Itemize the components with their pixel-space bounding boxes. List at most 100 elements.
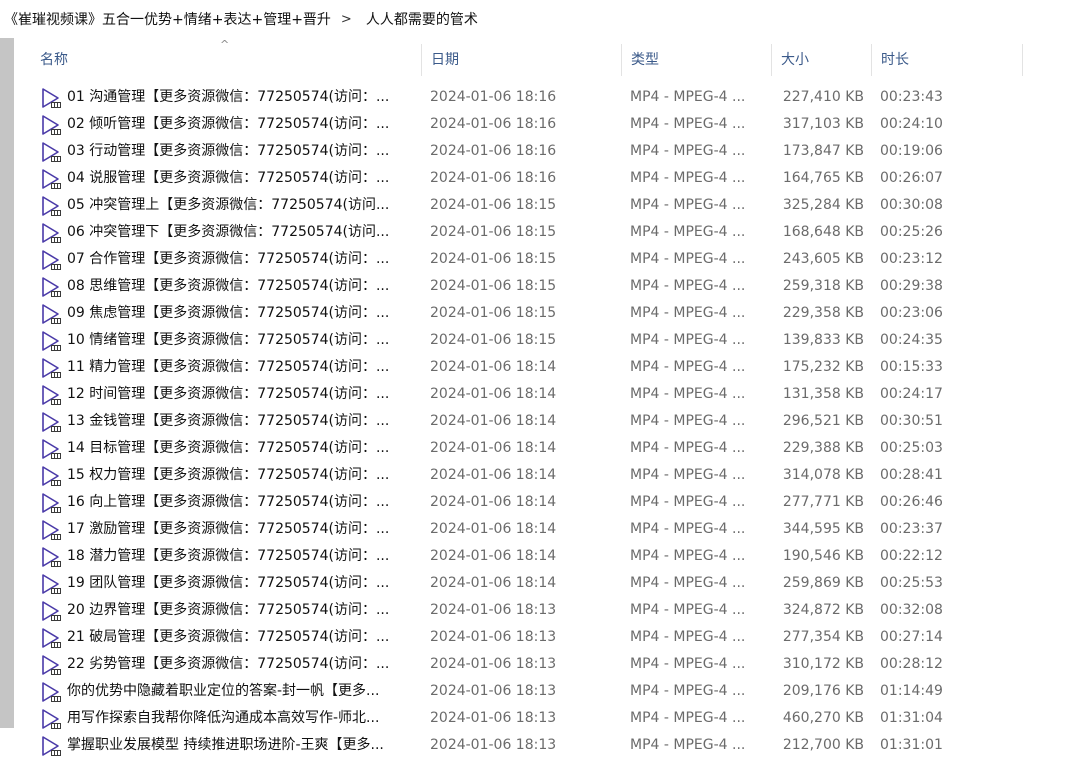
breadcrumb-item-parent[interactable]: 《崔璀视频课》五合一优势+情绪+表达+管理+晋升 (0, 9, 331, 29)
file-date: 2024-01-06 18:14 (430, 413, 557, 429)
breadcrumb-item-current[interactable]: 人人都需要的管术 (362, 9, 478, 29)
file-type: MP4 - MPEG-4 ... (630, 305, 746, 321)
vertical-scrollbar[interactable] (0, 38, 14, 728)
file-row[interactable]: 掌握职业发展模型 持续推进职场进阶-王爽【更多... 2024-01-06 18:… (40, 732, 1040, 759)
video-file-icon (40, 330, 62, 352)
file-row[interactable]: 用写作探索自我帮你降低沟通成本高效写作-师北... 2024-01-06 18:1… (40, 705, 1040, 732)
file-size: 277,354 KB (782, 629, 864, 645)
file-type: MP4 - MPEG-4 ... (630, 359, 746, 375)
file-duration: 00:24:17 (880, 386, 943, 402)
file-row[interactable]: 07 合作管理【更多资源微信：77250574(访问：... 2024-01-06… (40, 246, 1040, 273)
file-list: 01 沟通管理【更多资源微信：77250574(访问：... 2024-01-06… (40, 84, 1040, 759)
file-type: MP4 - MPEG-4 ... (630, 575, 746, 591)
file-row[interactable]: 08 思维管理【更多资源微信：77250574(访问：... 2024-01-06… (40, 273, 1040, 300)
file-duration: 00:19:06 (880, 143, 943, 159)
column-header-duration[interactable]: 时长 (871, 40, 1021, 80)
file-name: 05 冲突管理上【更多资源微信：77250574(访问... (67, 197, 390, 213)
file-row[interactable]: 02 倾听管理【更多资源微信：77250574(访问：... 2024-01-06… (40, 111, 1040, 138)
file-row[interactable]: 06 冲突管理下【更多资源微信：77250574(访问... 2024-01-06… (40, 219, 1040, 246)
file-duration: 00:23:43 (880, 89, 943, 105)
file-name: 12 时间管理【更多资源微信：77250574(访问：... (67, 386, 390, 402)
file-name: 14 目标管理【更多资源微信：77250574(访问：... (67, 440, 390, 456)
video-file-icon (40, 249, 62, 271)
file-name: 06 冲突管理下【更多资源微信：77250574(访问... (67, 224, 390, 240)
file-size: 243,605 KB (782, 251, 864, 267)
file-row[interactable]: 20 边界管理【更多资源微信：77250574(访问：... 2024-01-06… (40, 597, 1040, 624)
file-type: MP4 - MPEG-4 ... (630, 170, 746, 186)
file-type: MP4 - MPEG-4 ... (630, 467, 746, 483)
video-file-icon (40, 222, 62, 244)
file-row[interactable]: 你的优势中隐藏着职业定位的答案-封一帆【更多... 2024-01-06 18:1… (40, 678, 1040, 705)
file-duration: 00:30:51 (880, 413, 943, 429)
file-duration: 00:32:08 (880, 602, 943, 618)
file-duration: 00:15:33 (880, 359, 943, 375)
file-row[interactable]: 15 权力管理【更多资源微信：77250574(访问：... 2024-01-06… (40, 462, 1040, 489)
file-type: MP4 - MPEG-4 ... (630, 656, 746, 672)
file-duration: 00:26:07 (880, 170, 943, 186)
column-header-size[interactable]: 大小 (771, 40, 871, 80)
file-type: MP4 - MPEG-4 ... (630, 710, 746, 726)
file-name: 04 说服管理【更多资源微信：77250574(访问：... (67, 170, 390, 186)
file-type: MP4 - MPEG-4 ... (630, 602, 746, 618)
file-row[interactable]: 22 劣势管理【更多资源微信：77250574(访问：... 2024-01-06… (40, 651, 1040, 678)
file-name: 02 倾听管理【更多资源微信：77250574(访问：... (67, 116, 390, 132)
file-date: 2024-01-06 18:14 (430, 548, 557, 564)
file-row[interactable]: 11 精力管理【更多资源微信：77250574(访问：... 2024-01-06… (40, 354, 1040, 381)
file-size: 277,771 KB (782, 494, 864, 510)
file-date: 2024-01-06 18:13 (430, 710, 557, 726)
file-name: 11 精力管理【更多资源微信：77250574(访问：... (67, 359, 390, 375)
file-size: 168,648 KB (782, 224, 864, 240)
video-file-icon (40, 546, 62, 568)
file-duration: 00:23:37 (880, 521, 943, 537)
file-row[interactable]: 18 潜力管理【更多资源微信：77250574(访问：... 2024-01-06… (40, 543, 1040, 570)
file-date: 2024-01-06 18:14 (430, 521, 557, 537)
file-row[interactable]: 10 情绪管理【更多资源微信：77250574(访问：... 2024-01-06… (40, 327, 1040, 354)
file-size: 175,232 KB (782, 359, 864, 375)
file-row[interactable]: 19 团队管理【更多资源微信：77250574(访问：... 2024-01-06… (40, 570, 1040, 597)
file-duration: 00:25:53 (880, 575, 943, 591)
file-size: 229,358 KB (782, 305, 864, 321)
file-duration: 00:23:06 (880, 305, 943, 321)
file-row[interactable]: 09 焦虑管理【更多资源微信：77250574(访问：... 2024-01-06… (40, 300, 1040, 327)
file-size: 317,103 KB (782, 116, 864, 132)
file-name: 用写作探索自我帮你降低沟通成本高效写作-师北... (67, 710, 380, 726)
column-header-type[interactable]: 类型 (621, 40, 771, 80)
file-size: 229,388 KB (782, 440, 864, 456)
file-name: 19 团队管理【更多资源微信：77250574(访问：... (67, 575, 390, 591)
file-duration: 00:28:12 (880, 656, 943, 672)
file-date: 2024-01-06 18:16 (430, 143, 557, 159)
file-type: MP4 - MPEG-4 ... (630, 548, 746, 564)
file-type: MP4 - MPEG-4 ... (630, 386, 746, 402)
file-duration: 00:25:26 (880, 224, 943, 240)
file-row[interactable]: 05 冲突管理上【更多资源微信：77250574(访问... 2024-01-06… (40, 192, 1040, 219)
file-row[interactable]: 04 说服管理【更多资源微信：77250574(访问：... 2024-01-06… (40, 165, 1040, 192)
file-row[interactable]: 12 时间管理【更多资源微信：77250574(访问：... 2024-01-06… (40, 381, 1040, 408)
file-row[interactable]: 01 沟通管理【更多资源微信：77250574(访问：... 2024-01-06… (40, 84, 1040, 111)
file-date: 2024-01-06 18:16 (430, 89, 557, 105)
video-file-icon (40, 303, 62, 325)
file-row[interactable]: 14 目标管理【更多资源微信：77250574(访问：... 2024-01-06… (40, 435, 1040, 462)
file-name: 掌握职业发展模型 持续推进职场进阶-王爽【更多... (67, 737, 384, 753)
file-row[interactable]: 16 向上管理【更多资源微信：77250574(访问：... 2024-01-06… (40, 489, 1040, 516)
file-date: 2024-01-06 18:13 (430, 629, 557, 645)
file-name: 09 焦虑管理【更多资源微信：77250574(访问：... (67, 305, 390, 321)
file-date: 2024-01-06 18:14 (430, 386, 557, 402)
column-divider[interactable] (1022, 44, 1023, 76)
video-file-icon (40, 168, 62, 190)
video-file-icon (40, 573, 62, 595)
file-row[interactable]: 21 破局管理【更多资源微信：77250574(访问：... 2024-01-06… (40, 624, 1040, 651)
file-date: 2024-01-06 18:15 (430, 332, 557, 348)
file-date: 2024-01-06 18:15 (430, 251, 557, 267)
breadcrumb: 《崔璀视频课》五合一优势+情绪+表达+管理+晋升 > 人人都需要的管术 (0, 0, 1076, 38)
file-date: 2024-01-06 18:13 (430, 737, 557, 753)
file-size: 131,358 KB (782, 386, 864, 402)
file-row[interactable]: 13 金钱管理【更多资源微信：77250574(访问：... 2024-01-06… (40, 408, 1040, 435)
file-row[interactable]: 17 激励管理【更多资源微信：77250574(访问：... 2024-01-06… (40, 516, 1040, 543)
file-name: 你的优势中隐藏着职业定位的答案-封一帆【更多... (67, 683, 380, 699)
file-size: 314,078 KB (782, 467, 864, 483)
file-row[interactable]: 03 行动管理【更多资源微信：77250574(访问：... 2024-01-06… (40, 138, 1040, 165)
file-name: 08 思维管理【更多资源微信：77250574(访问：... (67, 278, 390, 294)
column-header-date[interactable]: 日期 (421, 40, 621, 80)
file-type: MP4 - MPEG-4 ... (630, 116, 746, 132)
file-duration: 00:23:12 (880, 251, 943, 267)
